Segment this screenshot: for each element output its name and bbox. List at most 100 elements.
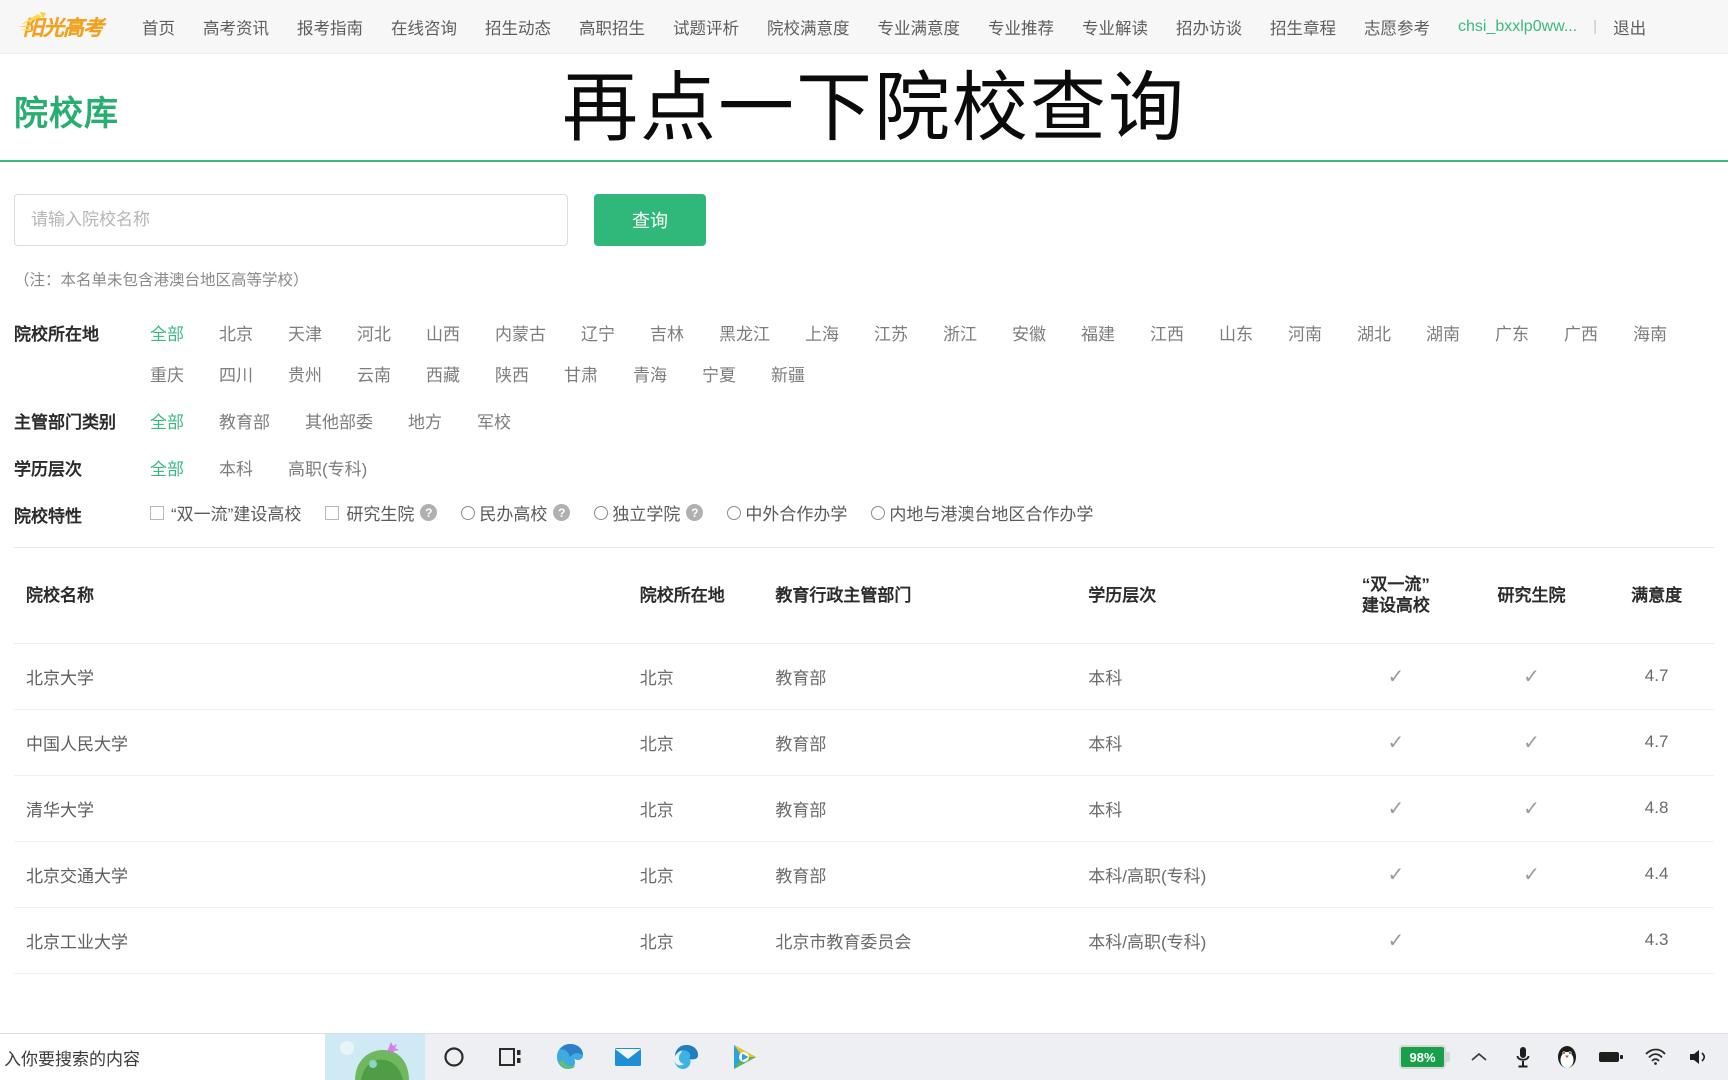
filter-option-department-all[interactable]: 全部 <box>150 400 184 441</box>
radio-icon-mainland-hk-mo-tw[interactable] <box>871 505 886 520</box>
filter-option-department-military[interactable]: 军校 <box>477 400 511 441</box>
nav-item-home[interactable]: 首页 <box>142 15 175 39</box>
filter-option-location-qinghai[interactable]: 青海 <box>633 353 667 394</box>
nav-item-exam-analysis[interactable]: 试题评析 <box>673 15 739 39</box>
filter-option-level-vocational[interactable]: 高职(专科) <box>288 447 367 488</box>
nav-item-guide[interactable]: 报考指南 <box>297 15 363 39</box>
filter-option-department-moe[interactable]: 教育部 <box>219 400 270 441</box>
site-logo[interactable]: 阳光高考 <box>14 7 112 47</box>
filter-option-location-guizhou[interactable]: 贵州 <box>288 353 322 394</box>
filter-option-location-guangdong[interactable]: 广东 <box>1495 312 1529 353</box>
nav-item-school-satisfaction[interactable]: 院校满意度 <box>767 15 850 39</box>
nav-item-consult[interactable]: 在线咨询 <box>391 15 457 39</box>
filter-option-location-shanghai[interactable]: 上海 <box>805 312 839 353</box>
edge-legacy-icon[interactable] <box>671 1042 701 1072</box>
nav-item-regulations[interactable]: 招生章程 <box>1270 15 1336 39</box>
help-icon-private-college[interactable]: ? <box>553 504 571 521</box>
task-view-icon[interactable] <box>497 1042 527 1072</box>
column-header-first-class[interactable]: “双一流” 建设高校 <box>1328 548 1464 644</box>
school-name-link[interactable]: 北京工业大学 <box>26 933 128 952</box>
logout-link[interactable]: 退出 <box>1613 15 1646 39</box>
filter-option-location-shaanxi[interactable]: 陕西 <box>495 353 529 394</box>
volume-icon[interactable] <box>1684 1042 1714 1072</box>
filter-option-location-anhui[interactable]: 安徽 <box>1012 312 1046 353</box>
filter-option-location-guangxi[interactable]: 广西 <box>1564 312 1598 353</box>
feature-independent-college[interactable]: 独立学院 ? <box>594 500 704 525</box>
filter-option-location-heilongjiang[interactable]: 黑龙江 <box>719 312 770 353</box>
radio-icon-independent-college[interactable] <box>594 505 609 520</box>
radio-icon-sino-foreign[interactable] <box>727 505 742 520</box>
filter-option-department-local[interactable]: 地方 <box>408 400 442 441</box>
nav-item-major-recommend[interactable]: 专业推荐 <box>988 15 1054 39</box>
filter-option-location-tibet[interactable]: 西藏 <box>426 353 460 394</box>
feature-double-first-class[interactable]: “双一流”建设高校 <box>150 500 301 525</box>
help-icon-graduate-school[interactable]: ? <box>420 504 438 521</box>
column-header-level[interactable]: 学历层次 <box>1088 548 1329 644</box>
radio-icon-private-college[interactable] <box>461 505 476 520</box>
filter-option-location-jiangsu[interactable]: 江苏 <box>874 312 908 353</box>
cortana-icon[interactable] <box>439 1042 469 1072</box>
school-name-link[interactable]: 北京大学 <box>26 669 94 688</box>
table-row[interactable]: 北京交通大学 北京 教育部 本科/高职(专科) ✓ ✓ 4.4 <box>14 841 1714 908</box>
filter-option-location-yunnan[interactable]: 云南 <box>357 353 391 394</box>
filter-option-location-shandong[interactable]: 山东 <box>1219 312 1253 353</box>
filter-option-location-henan[interactable]: 河南 <box>1288 312 1322 353</box>
microphone-icon[interactable] <box>1508 1042 1538 1072</box>
checkbox-icon-double-first-class[interactable] <box>150 505 164 520</box>
feature-mainland-hk-mo-tw[interactable]: 内地与港澳台地区合作办学 <box>871 500 1093 525</box>
table-row[interactable]: 清华大学 北京 教育部 本科 ✓ ✓ 4.8 <box>14 775 1714 842</box>
school-name-link[interactable]: 中国人民大学 <box>26 735 128 754</box>
qq-icon[interactable] <box>1552 1042 1582 1072</box>
feature-graduate-school[interactable]: 研究生院 ? <box>325 500 438 525</box>
table-row[interactable]: 北京工业大学 北京 北京市教育委员会 本科/高职(专科) ✓ 4.3 <box>14 907 1714 974</box>
chevron-up-icon[interactable] <box>1464 1042 1494 1072</box>
mail-icon[interactable] <box>613 1042 643 1072</box>
filter-option-location-zhejiang[interactable]: 浙江 <box>943 312 977 353</box>
taskbar-search-box[interactable]: 入你要搜索的内容 <box>0 1033 325 1080</box>
filter-option-location-fujian[interactable]: 福建 <box>1081 312 1115 353</box>
filter-option-location-beijing[interactable]: 北京 <box>219 312 253 353</box>
search-submit-button[interactable]: 查询 <box>594 194 706 246</box>
filter-option-location-jiangxi[interactable]: 江西 <box>1150 312 1184 353</box>
media-player-icon[interactable] <box>729 1042 759 1072</box>
filter-option-location-hainan[interactable]: 海南 <box>1633 312 1667 353</box>
filter-option-location-shanxi[interactable]: 山西 <box>426 312 460 353</box>
filter-option-location-xinjiang[interactable]: 新疆 <box>771 353 805 394</box>
filter-option-location-hebei[interactable]: 河北 <box>357 312 391 353</box>
filter-option-location-sichuan[interactable]: 四川 <box>219 353 253 394</box>
battery-indicator[interactable]: 98% <box>1399 1045 1450 1069</box>
nav-item-news[interactable]: 高考资讯 <box>203 15 269 39</box>
school-name-link[interactable]: 清华大学 <box>26 801 94 820</box>
feature-sino-foreign[interactable]: 中外合作办学 <box>727 500 847 525</box>
table-row[interactable]: 中国人民大学 北京 教育部 本科 ✓ ✓ 4.7 <box>14 709 1714 776</box>
nav-item-vocational[interactable]: 高职招生 <box>579 15 645 39</box>
feature-private-college[interactable]: 民办高校 ? <box>461 500 571 525</box>
filter-option-location-liaoning[interactable]: 辽宁 <box>581 312 615 353</box>
filter-option-location-hunan[interactable]: 湖南 <box>1426 312 1460 353</box>
filter-option-department-other-ministry[interactable]: 其他部委 <box>305 400 373 441</box>
nav-item-major-interpret[interactable]: 专业解读 <box>1082 15 1148 39</box>
filter-option-location-hubei[interactable]: 湖北 <box>1357 312 1391 353</box>
filter-option-location-ningxia[interactable]: 宁夏 <box>702 353 736 394</box>
filter-option-location-all[interactable]: 全部 <box>150 312 184 353</box>
nav-item-major-satisfaction[interactable]: 专业满意度 <box>878 15 961 39</box>
column-header-grad-school[interactable]: 研究生院 <box>1463 548 1600 644</box>
battery-tray-icon[interactable] <box>1596 1042 1626 1072</box>
filter-option-location-chongqing[interactable]: 重庆 <box>150 353 184 394</box>
column-header-location[interactable]: 院校所在地 <box>639 548 776 644</box>
column-header-name[interactable]: 院校名称 <box>14 548 640 644</box>
filter-option-location-tianjin[interactable]: 天津 <box>288 312 322 353</box>
filter-option-location-inner-mongolia[interactable]: 内蒙古 <box>495 312 546 353</box>
user-account-link[interactable]: chsi_bxxlp0ww... <box>1458 18 1577 36</box>
help-icon-independent-college[interactable]: ? <box>686 504 704 521</box>
filter-option-level-all[interactable]: 全部 <box>150 447 184 488</box>
filter-option-location-gansu[interactable]: 甘肃 <box>564 353 598 394</box>
filter-option-location-jilin[interactable]: 吉林 <box>650 312 684 353</box>
school-search-input[interactable] <box>14 194 568 246</box>
nav-item-interview[interactable]: 招办访谈 <box>1176 15 1242 39</box>
nav-item-admission-news[interactable]: 招生动态 <box>485 15 551 39</box>
school-name-link[interactable]: 北京交通大学 <box>26 867 128 886</box>
nav-item-reference[interactable]: 志愿参考 <box>1364 15 1430 39</box>
column-header-satisfaction[interactable]: 满意度 <box>1599 548 1714 644</box>
filter-option-level-undergraduate[interactable]: 本科 <box>219 447 253 488</box>
